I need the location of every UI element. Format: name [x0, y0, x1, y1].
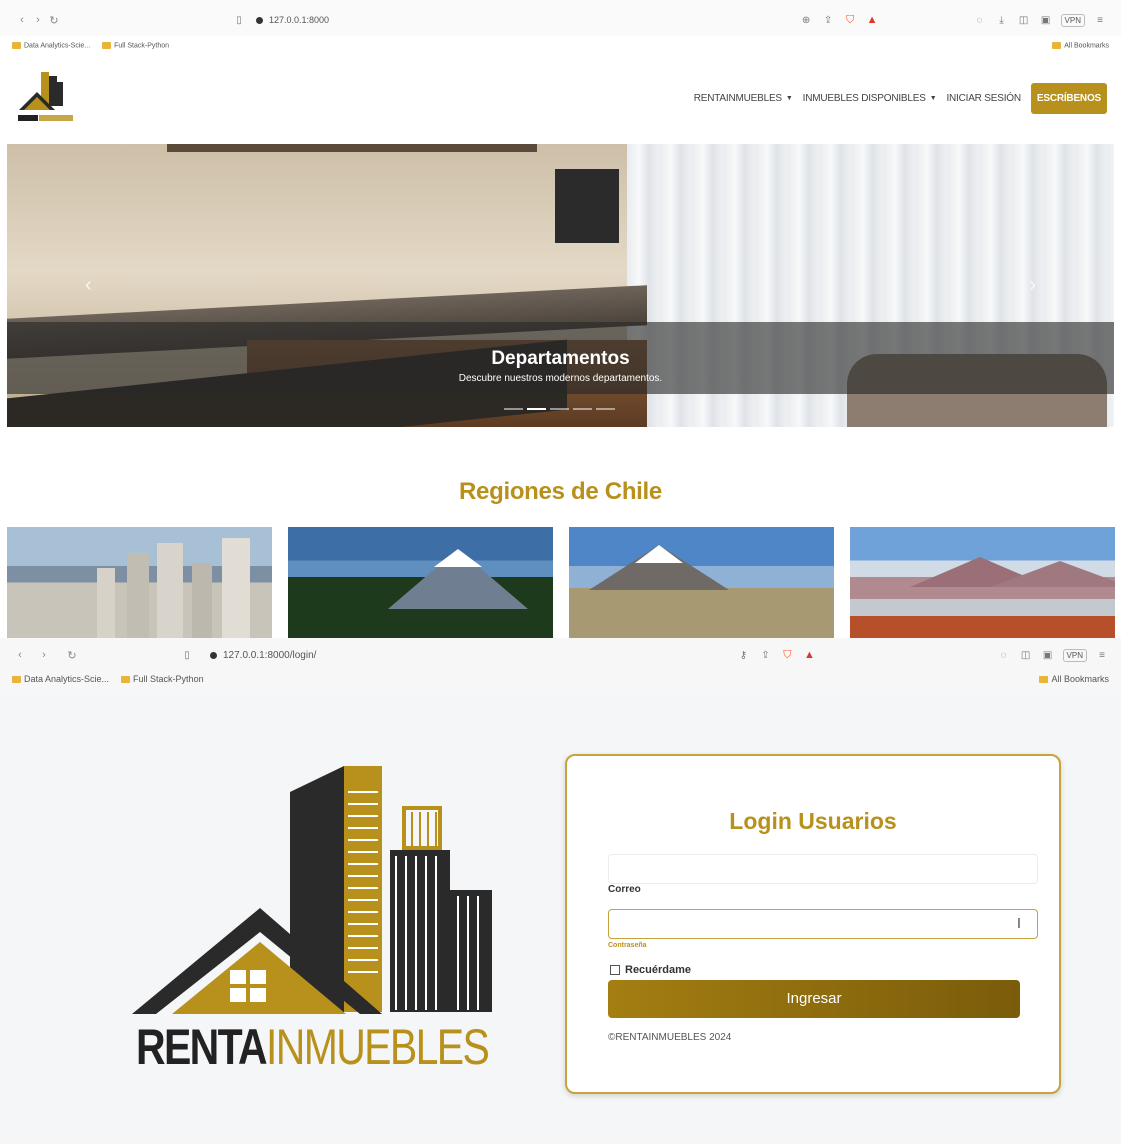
- nav-rentainmuebles[interactable]: RENTAINMUEBLES ▼: [694, 93, 793, 104]
- back-icon[interactable]: ‹: [14, 12, 30, 28]
- remember-me[interactable]: Recuérdame: [610, 964, 691, 976]
- all-bookmarks[interactable]: All Bookmarks: [1052, 42, 1109, 50]
- site-info-icon: [256, 16, 263, 24]
- login-card: Login Usuarios Correo I Contraseña Recué…: [565, 754, 1061, 1094]
- share-icon[interactable]: ⇪: [758, 648, 772, 662]
- copyright-text: ©RENTAINMUEBLES 2024: [608, 1032, 732, 1043]
- address-bar[interactable]: 127.0.0.1:8000: [256, 15, 329, 25]
- folder-icon: [12, 42, 21, 50]
- hero-carousel: ‹ › Departamentos Descubre nuestros mode…: [7, 144, 1114, 427]
- back-icon[interactable]: ‹: [12, 647, 28, 663]
- caret-down-icon: ▼: [929, 95, 937, 102]
- carousel-title: Departamentos: [491, 348, 630, 369]
- sidebar-icon[interactable]: ◫: [1017, 13, 1031, 27]
- address-bar[interactable]: 127.0.0.1:8000/login/: [210, 650, 316, 661]
- region-card-coast-city[interactable]: [7, 527, 272, 638]
- site-logo[interactable]: [15, 70, 77, 126]
- escribenos-button[interactable]: ESCRÍBENOS: [1030, 83, 1107, 114]
- carousel-indicator[interactable]: [573, 408, 592, 410]
- menu-icon[interactable]: ≡: [1095, 648, 1109, 662]
- site-header: RENTAINMUEBLES ▼ INMUEBLES DISPONIBLES ▼ I…: [0, 50, 1121, 144]
- region-card-volcano-forest[interactable]: [288, 527, 553, 638]
- all-bookmarks[interactable]: All Bookmarks: [1039, 674, 1109, 684]
- brand-part2: INMUEBLES: [265, 1019, 490, 1075]
- browser-toolbar: ‹ › ↻ ▯ 127.0.0.1:8000 ⊕ ⇪ ⛉ ▲ ◌ ⤓ ◫ ▣ V…: [0, 0, 1121, 50]
- brand-logo: [132, 766, 492, 1014]
- home-window: ‹ › ↻ ▯ 127.0.0.1:8000 ⊕ ⇪ ⛉ ▲ ◌ ⤓ ◫ ▣ V…: [0, 0, 1121, 638]
- folder-icon: [12, 676, 21, 684]
- carousel-indicator[interactable]: [527, 408, 546, 410]
- password-input[interactable]: I: [608, 909, 1038, 939]
- region-card-altiplano[interactable]: [569, 527, 834, 638]
- hero-image-tv: [555, 169, 619, 243]
- folder-icon: [121, 676, 131, 684]
- brand-part1: RENTA: [136, 1019, 268, 1075]
- brand-wordmark: RENTAINMUEBLES: [136, 1018, 490, 1076]
- nav-iniciar-sesion[interactable]: INICIAR SESIÓN: [946, 93, 1021, 104]
- brave-shield-icon[interactable]: ⛉: [843, 13, 857, 27]
- extensions-icon[interactable]: ◌: [997, 648, 1011, 662]
- regions-gallery: [7, 527, 1115, 638]
- caret-down-icon: ▼: [785, 95, 793, 102]
- carousel-indicator[interactable]: [596, 408, 615, 410]
- bookmark-icon[interactable]: ▯: [232, 13, 246, 27]
- hero-image-ceiling: [167, 144, 537, 152]
- login-submit-button[interactable]: Ingresar: [608, 980, 1020, 1018]
- vpn-button[interactable]: VPN: [1060, 13, 1085, 27]
- folder-icon: [1052, 42, 1062, 50]
- url-text: 127.0.0.1:8000/login/: [223, 649, 317, 661]
- carousel-prev-icon[interactable]: ‹: [85, 274, 92, 297]
- bookmark-item[interactable]: Full Stack-Python: [102, 42, 169, 50]
- reload-icon[interactable]: ↻: [46, 12, 62, 28]
- vpn-button[interactable]: VPN: [1062, 648, 1087, 662]
- carousel-indicator[interactable]: [550, 408, 569, 410]
- url-text: 127.0.0.1:8000: [269, 15, 330, 25]
- password-key-icon[interactable]: ⚷: [736, 648, 750, 662]
- carousel-indicator[interactable]: [504, 408, 523, 410]
- brave-shield-icon[interactable]: ⛉: [780, 648, 794, 662]
- share-icon[interactable]: ⇪: [821, 13, 835, 27]
- sidebar-icon[interactable]: ◫: [1019, 648, 1033, 662]
- forward-icon[interactable]: ›: [30, 12, 46, 28]
- downloads-icon[interactable]: ⤓: [995, 13, 1009, 27]
- bookmark-item[interactable]: Full Stack-Python: [121, 674, 204, 684]
- wallet-icon[interactable]: ▣: [1041, 648, 1055, 662]
- carousel-next-icon[interactable]: ›: [1029, 274, 1036, 297]
- regions-title: Regiones de Chile: [459, 478, 662, 505]
- bookmark-item[interactable]: Data Analytics-Scie...: [12, 674, 109, 684]
- bookmark-item[interactable]: Data Analytics-Scie...: [12, 42, 90, 50]
- email-input[interactable]: [608, 854, 1038, 884]
- folder-icon: [1039, 676, 1049, 684]
- brave-rewards-icon[interactable]: ▲: [802, 648, 816, 662]
- forward-icon[interactable]: ›: [36, 647, 52, 663]
- wallet-icon[interactable]: ▣: [1039, 13, 1053, 27]
- extensions-icon[interactable]: ◌: [973, 13, 987, 27]
- password-label: Contraseña: [608, 942, 647, 949]
- nav-inmuebles-disponibles[interactable]: INMUEBLES DISPONIBLES ▼: [803, 93, 937, 104]
- bookmark-icon[interactable]: ▯: [180, 648, 194, 662]
- brave-rewards-icon[interactable]: ▲: [865, 13, 879, 27]
- carousel-caption: Departamentos Descubre nuestros modernos…: [7, 322, 1114, 394]
- main-nav: RENTAINMUEBLES ▼ INMUEBLES DISPONIBLES ▼ I…: [694, 83, 1107, 114]
- browser-toolbar: ‹ › ↻ ▯ 127.0.0.1:8000/login/ ⚷ ⇪ ⛉ ▲ ◌ …: [0, 638, 1121, 694]
- folder-icon: [102, 42, 112, 50]
- login-title: Login Usuarios: [729, 808, 897, 834]
- reload-icon[interactable]: ↻: [64, 647, 80, 663]
- text-cursor-icon: I: [1016, 915, 1021, 932]
- carousel-subtitle: Descubre nuestros modernos departamentos…: [458, 373, 663, 384]
- remember-label: Recuérdame: [625, 964, 692, 976]
- region-card-desert[interactable]: [850, 527, 1115, 638]
- carousel-indicators: [504, 408, 615, 410]
- remember-checkbox[interactable]: [610, 965, 620, 975]
- zoom-icon[interactable]: ⊕: [799, 13, 813, 27]
- email-label: Correo: [608, 884, 641, 895]
- site-info-icon: [210, 651, 217, 659]
- menu-icon[interactable]: ≡: [1093, 13, 1107, 27]
